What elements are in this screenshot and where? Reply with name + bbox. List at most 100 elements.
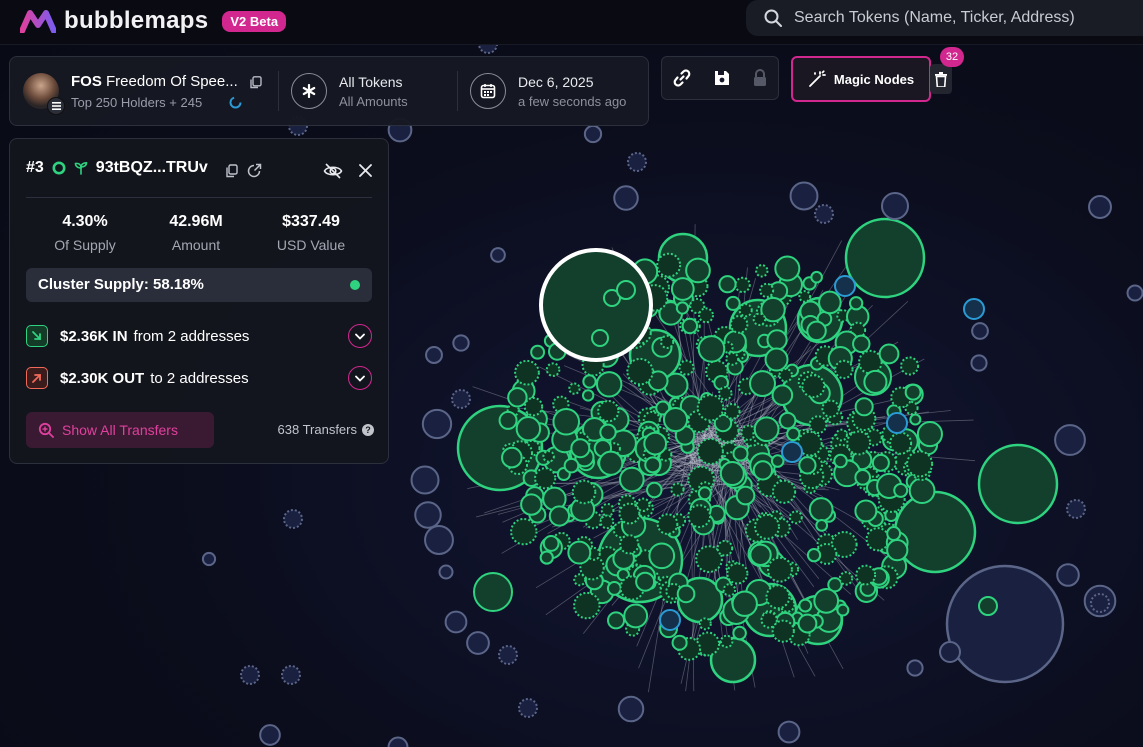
external-link-icon[interactable]	[247, 163, 262, 178]
holder-bubble[interactable]	[963, 298, 985, 320]
holder-bubble[interactable]	[821, 399, 840, 418]
holder-bubble[interactable]	[424, 525, 454, 555]
holder-bubble[interactable]	[909, 413, 922, 426]
holder-bubble[interactable]	[656, 513, 679, 535]
holder-bubble[interactable]	[752, 460, 773, 481]
magic-nodes-button[interactable]: Magic Nodes	[791, 56, 931, 102]
holder-bubble[interactable]	[696, 437, 724, 465]
holder-bubble[interactable]	[451, 389, 471, 409]
holder-bubble[interactable]	[801, 374, 826, 399]
show-all-transfers-button[interactable]: Show All Transfers	[26, 412, 214, 448]
holder-bubble[interactable]	[755, 264, 769, 278]
holder-bubble[interactable]	[835, 428, 848, 442]
holder-bubble[interactable]	[834, 359, 854, 380]
holder-bubble[interactable]	[838, 571, 854, 586]
holder-bubble[interactable]	[425, 346, 443, 364]
holder-bubble[interactable]	[582, 374, 597, 389]
holder-bubble[interactable]	[595, 371, 623, 398]
wallet-address[interactable]: 93tBQZ...TRUv	[96, 159, 208, 177]
holder-bubble[interactable]	[387, 736, 409, 747]
holder-bubble[interactable]	[698, 617, 712, 631]
holder-bubble[interactable]	[880, 191, 910, 221]
holder-bubble[interactable]	[734, 276, 751, 294]
holder-bubble[interactable]	[726, 562, 749, 585]
holder-bubble[interactable]	[568, 382, 581, 395]
expand-in-chevron-icon[interactable]	[348, 324, 372, 348]
holder-bubble[interactable]	[438, 564, 454, 580]
holder-bubble[interactable]	[618, 502, 641, 525]
holder-bubble[interactable]	[798, 290, 812, 303]
holder-bubble[interactable]	[764, 347, 789, 372]
filter-title[interactable]: All Tokens	[339, 74, 403, 90]
holder-bubble[interactable]	[659, 609, 681, 631]
holder-bubble[interactable]	[646, 481, 663, 499]
holder-bubble[interactable]	[567, 540, 592, 565]
holder-bubble[interactable]	[753, 416, 780, 443]
holder-bubble[interactable]	[1054, 424, 1086, 456]
cluster-supply-row[interactable]: Cluster Supply: 58.18%	[26, 268, 372, 302]
holder-bubble[interactable]	[681, 317, 699, 335]
holder-bubble[interactable]	[515, 415, 542, 442]
holder-bubble[interactable]	[643, 431, 668, 456]
holder-bubble[interactable]	[600, 502, 615, 517]
holder-bubble[interactable]	[906, 659, 924, 677]
holder-bubble[interactable]	[660, 334, 675, 349]
holder-bubble[interactable]	[573, 573, 587, 587]
holder-bubble[interactable]	[410, 465, 440, 495]
holder-bubble[interactable]	[808, 497, 834, 522]
holder-bubble[interactable]	[514, 359, 540, 386]
holder-bubble[interactable]	[798, 598, 813, 613]
holder-bubble[interactable]	[808, 415, 828, 434]
holder-bubble[interactable]	[906, 450, 934, 478]
holder-bubble[interactable]	[510, 517, 538, 546]
holder-bubble[interactable]	[854, 499, 878, 523]
holder-bubble[interactable]	[678, 359, 695, 376]
holder-bubble[interactable]	[797, 613, 818, 634]
holder-bubble[interactable]	[878, 343, 900, 365]
holder-bubble[interactable]	[836, 603, 850, 617]
holder-bubble[interactable]	[627, 152, 647, 172]
holder-bubble[interactable]	[798, 456, 817, 475]
holder-bubble[interactable]	[670, 482, 685, 497]
holder-bubble[interactable]	[731, 590, 758, 617]
holder-bubble[interactable]	[613, 185, 639, 211]
holder-bubble[interactable]	[865, 527, 890, 552]
filter-asterisk-icon[interactable]	[291, 73, 327, 109]
holder-bubble[interactable]	[718, 386, 733, 401]
holder-bubble[interactable]	[240, 665, 260, 685]
holder-bubble[interactable]	[281, 665, 301, 685]
holder-bubble[interactable]	[606, 581, 622, 596]
holder-bubble[interactable]	[259, 724, 281, 746]
holder-bubble[interactable]	[626, 357, 654, 386]
save-icon[interactable]	[713, 69, 731, 87]
holder-bubble[interactable]	[670, 277, 695, 301]
holder-bubble[interactable]	[754, 513, 780, 540]
holder-bubble[interactable]	[719, 461, 745, 487]
holder-bubble[interactable]	[908, 477, 936, 505]
holder-bubble[interactable]	[685, 257, 711, 284]
holder-bubble[interactable]	[523, 396, 544, 417]
holder-bubble[interactable]	[771, 384, 794, 406]
holder-bubble[interactable]	[675, 301, 690, 315]
holder-bubble[interactable]	[201, 551, 217, 567]
holder-bubble[interactable]	[723, 403, 741, 420]
holder-bubble[interactable]	[771, 479, 797, 504]
holder-bubble[interactable]	[770, 454, 785, 468]
holder-bubble[interactable]	[719, 634, 734, 649]
holder-bubble[interactable]	[900, 356, 920, 376]
holder-bubble[interactable]	[871, 453, 890, 472]
holder-bubble[interactable]	[858, 349, 883, 375]
holder-bubble[interactable]	[971, 322, 989, 340]
hide-eye-icon[interactable]	[323, 162, 343, 180]
holder-bubble[interactable]	[548, 505, 571, 527]
holder-bubble[interactable]	[571, 479, 597, 505]
holder-bubble[interactable]	[789, 181, 819, 211]
holder-bubble[interactable]	[855, 564, 877, 586]
holder-bubble[interactable]	[848, 296, 864, 311]
holder-bubble[interactable]	[1088, 195, 1112, 219]
holder-bubble[interactable]	[501, 446, 523, 469]
holder-bubble[interactable]	[676, 584, 696, 604]
holder-bubble[interactable]	[606, 611, 626, 630]
holder-bubble[interactable]	[498, 645, 518, 665]
holder-bubble[interactable]	[813, 587, 840, 614]
